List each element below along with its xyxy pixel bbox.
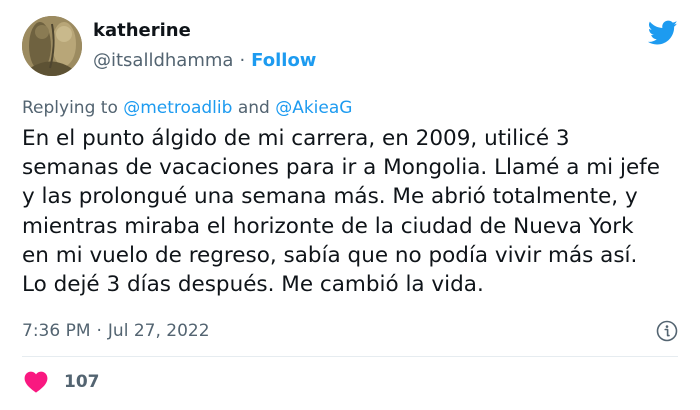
- tweet-text: En el punto álgido de mi carrera, en 200…: [22, 124, 682, 299]
- tweet-timestamp[interactable]: 7:36 PM · Jul 27, 2022: [22, 320, 210, 342]
- mention-link-akieag[interactable]: @AkieaG: [275, 98, 352, 118]
- tweet-text-line: semanas de vacaciones para ir a Mongolia…: [22, 155, 660, 181]
- tweet-time: 7:36 PM: [22, 321, 91, 341]
- avatar[interactable]: [22, 16, 82, 76]
- author-handle[interactable]: @itsalldhamma: [93, 50, 233, 71]
- timestamp-separator: ·: [96, 321, 102, 341]
- like-count: 107: [64, 372, 100, 392]
- replying-to-line: Replying to @metroadlib and @AkieaG: [22, 97, 352, 119]
- info-icon[interactable]: [656, 320, 678, 342]
- tweet-date: Jul 27, 2022: [107, 321, 210, 341]
- divider: [22, 356, 678, 357]
- tweet-card: katherine @itsalldhamma · Follow Replying …: [0, 0, 700, 410]
- tweet-text-line: En el punto álgido de mi carrera, en 200…: [22, 126, 570, 151]
- tweet-text-line: Lo dejé 3 días después. Me cambió la vid…: [22, 272, 484, 298]
- author-handle-row: @itsalldhamma · Follow: [93, 50, 316, 72]
- author-block: katherine @itsalldhamma · Follow: [93, 20, 316, 72]
- tweet-text-line: en mi vuelo de regreso, sabía que no pod…: [22, 242, 638, 268]
- like-button[interactable]: 107: [24, 370, 100, 394]
- tweet-text-line: mientras miraba el horizonte de la ciuda…: [22, 213, 634, 239]
- mention-link-metroadlib[interactable]: @metroadlib: [123, 98, 232, 118]
- follow-button[interactable]: Follow: [251, 50, 316, 71]
- handle-separator: ·: [239, 50, 246, 71]
- tweet-text-line: y las prolongué una semana más. Me abrió…: [22, 184, 638, 210]
- heart-icon: [24, 371, 48, 393]
- avatar-image: [22, 16, 82, 76]
- author-display-name[interactable]: katherine: [93, 20, 316, 42]
- replying-to-conjunction: and: [237, 98, 270, 118]
- replying-to-prefix: Replying to: [22, 98, 118, 118]
- twitter-bird-icon[interactable]: [648, 20, 678, 46]
